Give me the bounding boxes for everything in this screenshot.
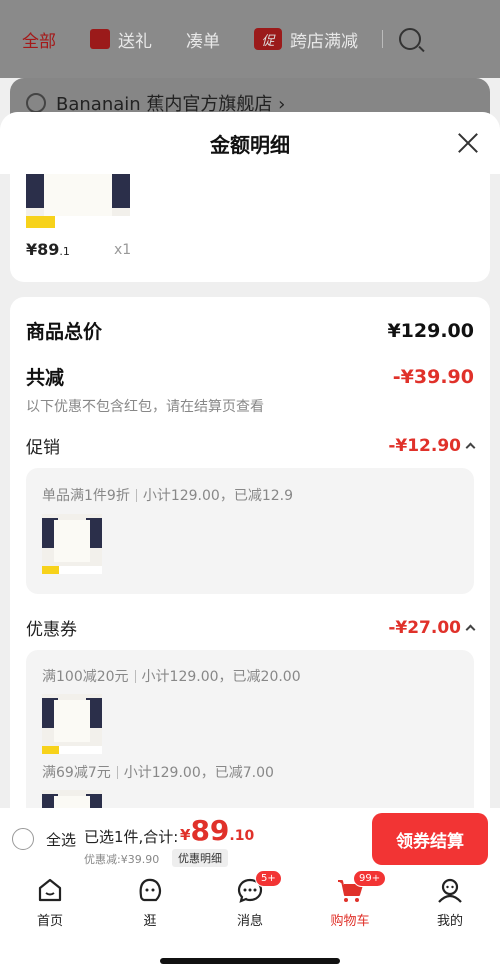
price-breakdown-card: 商品总价 ¥129.00 共减 -¥39.90 以下优惠不包含红包，请在结算页查… <box>10 297 490 857</box>
product-thumbnail[interactable] <box>26 174 130 228</box>
tabbar-label: 消息 <box>236 914 263 929</box>
tabbar-item-browse[interactable]: 逛 <box>115 876 185 929</box>
checkout-button[interactable]: 领券结算 <box>372 813 488 865</box>
tabbar-label: 首页 <box>36 914 63 929</box>
coupon-rule: 满100减20元 小计129.00，已减20.00 <box>42 666 301 686</box>
total-price-dec: .10 <box>229 828 255 844</box>
tab-gift-label: 送礼 <box>118 31 152 52</box>
reduce-note: 以下优惠不包含红包，请在结算页查看 <box>26 399 264 415</box>
message-badge: 5+ <box>255 870 282 887</box>
divider <box>382 30 383 48</box>
tab-cross-shop-label: 跨店满减 <box>290 31 358 52</box>
coupon-value[interactable]: -¥27.00 <box>388 617 476 638</box>
chevron-up-icon <box>465 624 476 635</box>
reduce-label: 共减 <box>26 367 65 389</box>
reduce-value: -¥39.90 <box>392 365 474 388</box>
promo-rule-text: 单品满1件9折 <box>42 488 130 504</box>
select-all-label[interactable]: 全选 <box>46 829 76 850</box>
cart-badge: 99+ <box>353 870 387 887</box>
promo-rule: 单品满1件9折 小计129.00，已减12.9 <box>42 485 293 505</box>
promo-value[interactable]: -¥12.90 <box>388 435 476 456</box>
coupon-rule: 满69减7元 小计129.00，已减7.00 <box>42 762 274 782</box>
total-value: ¥129.00 <box>387 319 474 342</box>
tab-bundle[interactable]: 凑单 <box>186 27 220 52</box>
face-icon <box>139 878 162 902</box>
coupon-label: 优惠券 <box>26 620 77 640</box>
promo-label: 促销 <box>26 438 60 458</box>
close-icon[interactable] <box>458 133 478 153</box>
item-quantity: x1 <box>114 242 132 258</box>
sheet-header: 金额明细 <box>0 112 500 174</box>
tabbar-label: 逛 <box>143 914 157 929</box>
discount-text: 优惠减:¥39.90 <box>84 853 160 866</box>
promo-detail-text: 小计129.00，已减12.9 <box>142 488 293 504</box>
home-icon <box>38 878 62 902</box>
total-row: 商品总价 ¥129.00 <box>26 317 474 344</box>
select-all-radio[interactable] <box>12 828 34 850</box>
tabbar-item-cart[interactable]: 99+ 购物车 <box>315 870 387 929</box>
coupon-detail-text: 小计129.00，已减7.00 <box>123 765 274 781</box>
product-thumbnail[interactable] <box>42 514 102 574</box>
item-card: ¥89.1 x1 <box>10 174 490 282</box>
total-price: ¥89.10 <box>180 814 254 847</box>
tab-all[interactable]: 全部 <box>22 27 56 52</box>
promo-tag: 促 <box>254 28 282 50</box>
reduce-row: 共减 -¥39.90 <box>26 363 474 390</box>
total-price-yen: ¥ <box>180 826 191 844</box>
item-price-dec: .1 <box>59 245 70 258</box>
item-price: ¥89.1 <box>26 240 70 259</box>
checkout-bar: 全选 已选1件,合计: ¥89.10 优惠减:¥39.90 优惠明细 领券结算 <box>0 808 500 870</box>
coupon-detail-text: 小计129.00，已减20.00 <box>141 669 301 685</box>
selected-summary: 已选1件,合计: <box>84 828 179 846</box>
home-indicator <box>160 958 340 964</box>
total-label: 商品总价 <box>26 321 103 343</box>
coupon-rule-text: 满69减7元 <box>42 765 111 781</box>
promo-row[interactable]: 促销 -¥12.90 <box>26 433 476 458</box>
search-icon[interactable] <box>399 28 421 50</box>
promo-value-text: -¥12.90 <box>388 435 461 456</box>
discount-detail-button[interactable]: 优惠明细 <box>172 849 228 867</box>
coupon-row[interactable]: 优惠券 -¥27.00 <box>26 615 476 640</box>
total-price-int: 89 <box>190 814 230 847</box>
promo-detail-box: 单品满1件9折 小计129.00，已减12.9 <box>26 468 474 594</box>
coupon-value-text: -¥27.00 <box>388 617 461 638</box>
tab-cross-shop[interactable]: 促跨店满减 <box>254 27 358 52</box>
shop-select-radio[interactable] <box>26 93 46 113</box>
tab-gift[interactable]: 送礼 <box>90 27 152 52</box>
product-thumbnail[interactable] <box>42 694 102 754</box>
coupon-rule-text: 满100减20元 <box>42 669 129 685</box>
item-price-int: ¥89 <box>26 240 60 259</box>
chevron-up-icon <box>465 442 476 453</box>
tabbar-item-profile[interactable]: 我的 <box>415 876 485 929</box>
gift-icon <box>90 29 110 49</box>
user-icon <box>438 878 462 903</box>
category-tabs: 全部 送礼 凑单 促跨店满减 <box>0 0 500 78</box>
tabbar-label: 购物车 <box>330 914 370 929</box>
sheet-title: 金额明细 <box>210 132 290 157</box>
tabbar-label: 我的 <box>436 914 463 929</box>
tabbar-item-messages[interactable]: 5+ 消息 <box>215 870 285 929</box>
tabbar-item-home[interactable]: 首页 <box>15 876 85 929</box>
